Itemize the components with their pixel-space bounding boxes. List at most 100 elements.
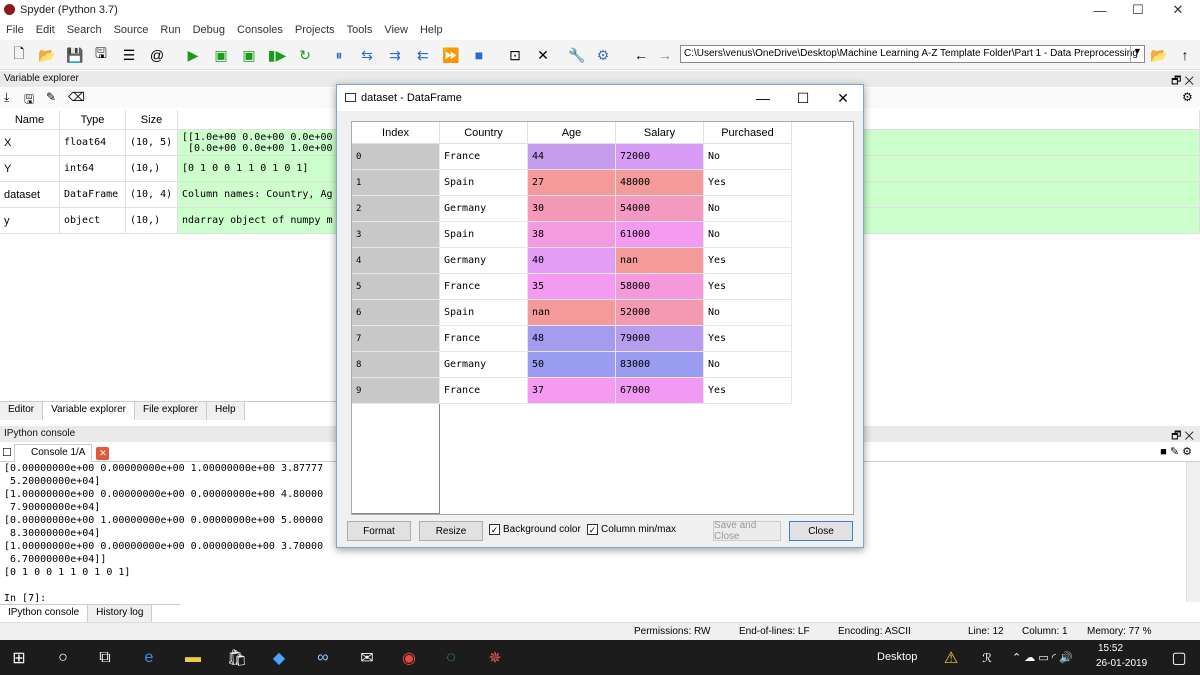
dialog-close-button[interactable]: ✕ — [823, 85, 863, 111]
age-cell[interactable]: 40 — [528, 248, 616, 274]
salary-cell[interactable]: 61000 — [616, 222, 704, 248]
list-icon[interactable]: ☰ — [120, 46, 138, 64]
menu-tools[interactable]: Tools — [341, 24, 379, 36]
country-cell[interactable]: Spain — [440, 170, 528, 196]
menu-edit[interactable]: Edit — [30, 24, 61, 36]
col-type-header[interactable]: Type — [60, 110, 126, 130]
preferences-icon[interactable]: 🔧 — [568, 46, 586, 64]
link-app-icon[interactable]: ∞ — [312, 647, 334, 669]
menu-run[interactable]: Run — [154, 24, 186, 36]
menu-debug[interactable]: Debug — [187, 24, 231, 36]
windows-start-icon[interactable]: ⊞ — [8, 647, 30, 669]
background-color-checkbox[interactable]: ✓ Background color — [489, 524, 581, 535]
warning-icon[interactable]: ⚠ — [940, 647, 962, 669]
run-icon[interactable]: ▶ — [184, 46, 202, 64]
dialog-minimize-button[interactable]: — — [743, 85, 783, 111]
chevron-down-icon[interactable]: ▼ — [1130, 46, 1144, 62]
python-path-icon[interactable]: ⚙ — [594, 46, 612, 64]
country-cell[interactable]: Spain — [440, 300, 528, 326]
erase-icon[interactable]: ⌫ — [68, 90, 85, 104]
working-directory-combo[interactable]: C:\Users\venus\OneDrive\Desktop\Machine … — [680, 45, 1145, 63]
step-into-icon[interactable]: ⇉ — [386, 46, 404, 64]
close-icon[interactable]: ✕ — [96, 447, 110, 460]
salary-cell[interactable]: 72000 — [616, 144, 704, 170]
purchased-cell[interactable]: Yes — [704, 378, 792, 404]
age-cell[interactable]: 35 — [528, 274, 616, 300]
clock-date[interactable]: 26-01-2019 — [1096, 658, 1147, 669]
country-cell[interactable]: France — [440, 144, 528, 170]
country-cell[interactable]: Germany — [440, 352, 528, 378]
console-options-icon[interactable]: ■ ✎ ⚙ — [1160, 445, 1192, 458]
taskbar-desktop-label[interactable]: Desktop — [877, 651, 917, 663]
menu-projects[interactable]: Projects — [289, 24, 341, 36]
index-cell[interactable]: 7 — [352, 326, 440, 352]
col-size-header[interactable]: Size — [126, 110, 178, 130]
col-name-header[interactable]: Name — [0, 110, 60, 130]
console-list-icon[interactable]: ☐ — [2, 446, 12, 459]
purchased-cell[interactable]: Yes — [704, 248, 792, 274]
resize-button[interactable]: Resize — [419, 521, 483, 541]
tab-help[interactable]: Help — [207, 402, 245, 420]
salary-cell[interactable]: 54000 — [616, 196, 704, 222]
country-cell[interactable]: Germany — [440, 196, 528, 222]
purchased-cell[interactable]: No — [704, 300, 792, 326]
age-cell[interactable]: 30 — [528, 196, 616, 222]
browse-folder-icon[interactable]: 📂 — [1150, 46, 1168, 64]
menu-search[interactable]: Search — [61, 24, 108, 36]
back-arrow-icon[interactable]: ← — [632, 46, 650, 64]
save-as-icon[interactable]: ✎ — [46, 90, 56, 104]
run-cell-advance-icon[interactable]: ▣ — [240, 46, 258, 64]
salary-cell[interactable]: 48000 — [616, 170, 704, 196]
notifications-icon[interactable]: ▢ — [1168, 647, 1190, 669]
circle-app-icon[interactable]: ◌ — [440, 647, 462, 669]
index-cell[interactable]: 3 — [352, 222, 440, 248]
console-output[interactable]: [0.00000000e+00 0.00000000e+00 1.0000000… — [4, 462, 344, 602]
run-selection-icon[interactable]: ▮▶ — [268, 46, 286, 64]
debug-icon[interactable]: ⏸ — [330, 46, 348, 64]
index-cell[interactable]: 5 — [352, 274, 440, 300]
age-cell[interactable]: 27 — [528, 170, 616, 196]
col-age-header[interactable]: Age — [528, 122, 616, 144]
age-cell[interactable]: 44 — [528, 144, 616, 170]
save-and-close-button[interactable]: Save and Close — [713, 520, 781, 542]
chrome-icon[interactable]: ◉ — [398, 647, 420, 669]
task-view-icon[interactable]: ⧉ — [94, 647, 116, 669]
age-cell[interactable]: 38 — [528, 222, 616, 248]
col-purchased-header[interactable]: Purchased — [704, 122, 792, 144]
index-cell[interactable]: 2 — [352, 196, 440, 222]
index-cell[interactable]: 9 — [352, 378, 440, 404]
people-icon[interactable]: ℛ — [976, 647, 998, 669]
tab-editor[interactable]: Editor — [0, 402, 44, 420]
age-cell[interactable]: 37 — [528, 378, 616, 404]
file-explorer-icon[interactable]: ▬ — [182, 647, 204, 669]
salary-cell[interactable]: 79000 — [616, 326, 704, 352]
country-cell[interactable]: France — [440, 274, 528, 300]
edge-browser-icon[interactable]: e — [138, 647, 160, 669]
col-index-header[interactable]: Index — [352, 122, 440, 144]
dropbox-icon[interactable]: ◆ — [268, 647, 290, 669]
age-cell[interactable]: 48 — [528, 326, 616, 352]
import-data-icon[interactable]: ⤓ — [4, 90, 9, 105]
country-cell[interactable]: France — [440, 326, 528, 352]
tab-history-log[interactable]: History log — [88, 605, 153, 623]
forward-arrow-icon[interactable]: → — [656, 46, 674, 64]
purchased-cell[interactable]: Yes — [704, 274, 792, 300]
menu-consoles[interactable]: Consoles — [231, 24, 289, 36]
purchased-cell[interactable]: No — [704, 352, 792, 378]
maximize-pane-icon[interactable]: ⊡ — [506, 46, 524, 64]
open-folder-icon[interactable]: 📂 — [38, 46, 56, 64]
search-icon[interactable]: ○ — [52, 647, 74, 669]
index-cell[interactable]: 1 — [352, 170, 440, 196]
new-file-icon[interactable]: 🗋 — [10, 45, 28, 64]
clock-time[interactable]: 15:52 — [1098, 643, 1123, 654]
column-minmax-checkbox[interactable]: ✓ Column min/max — [587, 524, 676, 535]
tab-console-1a[interactable]: Console 1/A ✕ — [14, 444, 110, 462]
tab-ipython-console[interactable]: IPython console — [0, 605, 89, 623]
tray-icons[interactable]: ⌃ ☁ ▭ ◜ 🔊 — [1012, 651, 1073, 664]
purchased-cell[interactable]: Yes — [704, 326, 792, 352]
mail-icon[interactable]: ✉ — [356, 647, 378, 669]
purchased-cell[interactable]: No — [704, 196, 792, 222]
index-cell[interactable]: 0 — [352, 144, 440, 170]
dialog-maximize-button[interactable]: ☐ — [783, 85, 823, 111]
checkbox-checked-icon[interactable]: ✓ — [489, 524, 500, 535]
